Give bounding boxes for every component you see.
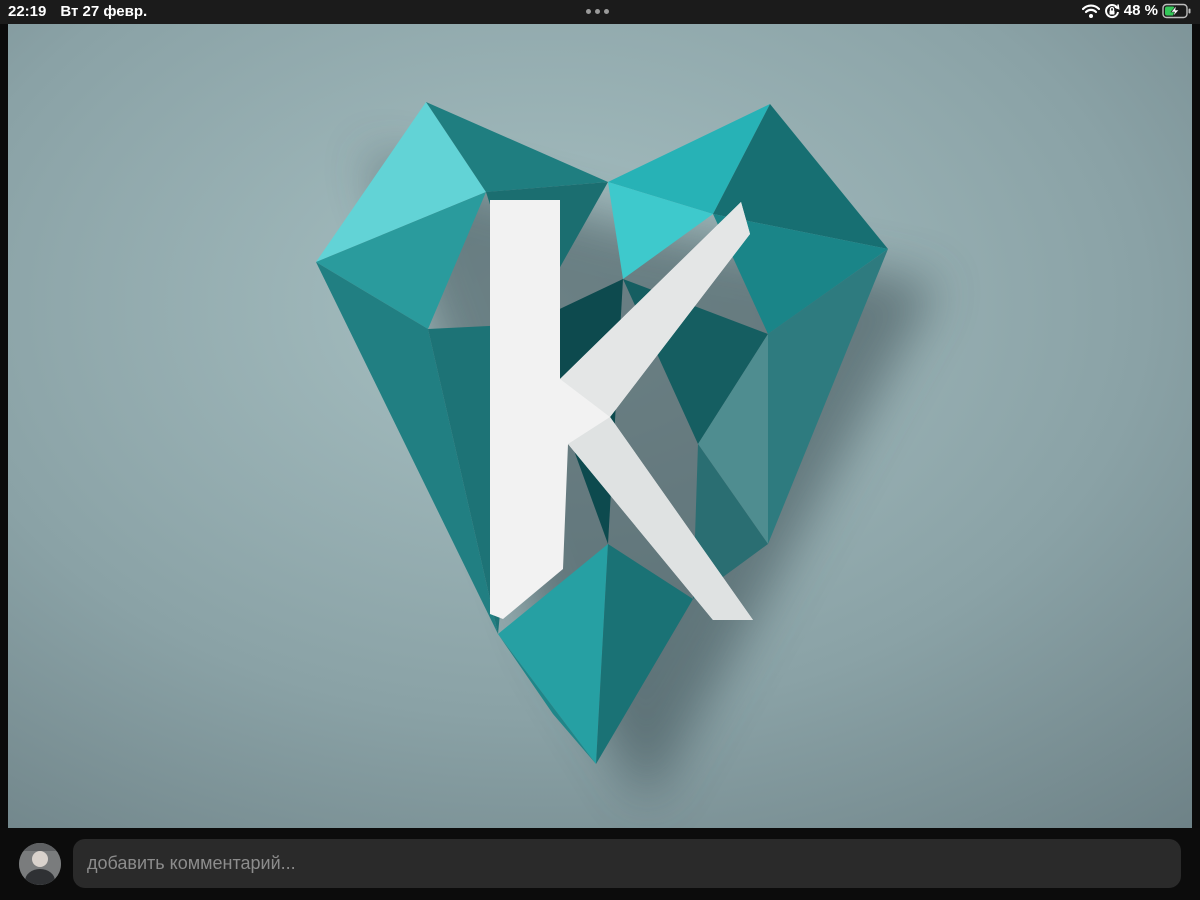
user-avatar[interactable]: [19, 843, 61, 885]
three-dots-icon[interactable]: [586, 9, 609, 14]
battery-charging-icon: [1162, 3, 1192, 19]
status-right-group: 48 %: [1081, 2, 1192, 19]
status-bar: 22:19 Вт 27 февр. 48 %: [0, 0, 1200, 24]
orientation-lock-icon: [1104, 3, 1120, 19]
status-date: Вт 27 февр.: [60, 3, 148, 20]
comment-input[interactable]: [73, 839, 1181, 888]
status-time: 22:19: [8, 3, 47, 20]
wifi-icon: [1081, 3, 1100, 19]
status-left-group: 22:19 Вт 27 февр.: [8, 3, 147, 20]
post-image[interactable]: [8, 24, 1192, 828]
battery-percent: 48 %: [1123, 2, 1158, 19]
